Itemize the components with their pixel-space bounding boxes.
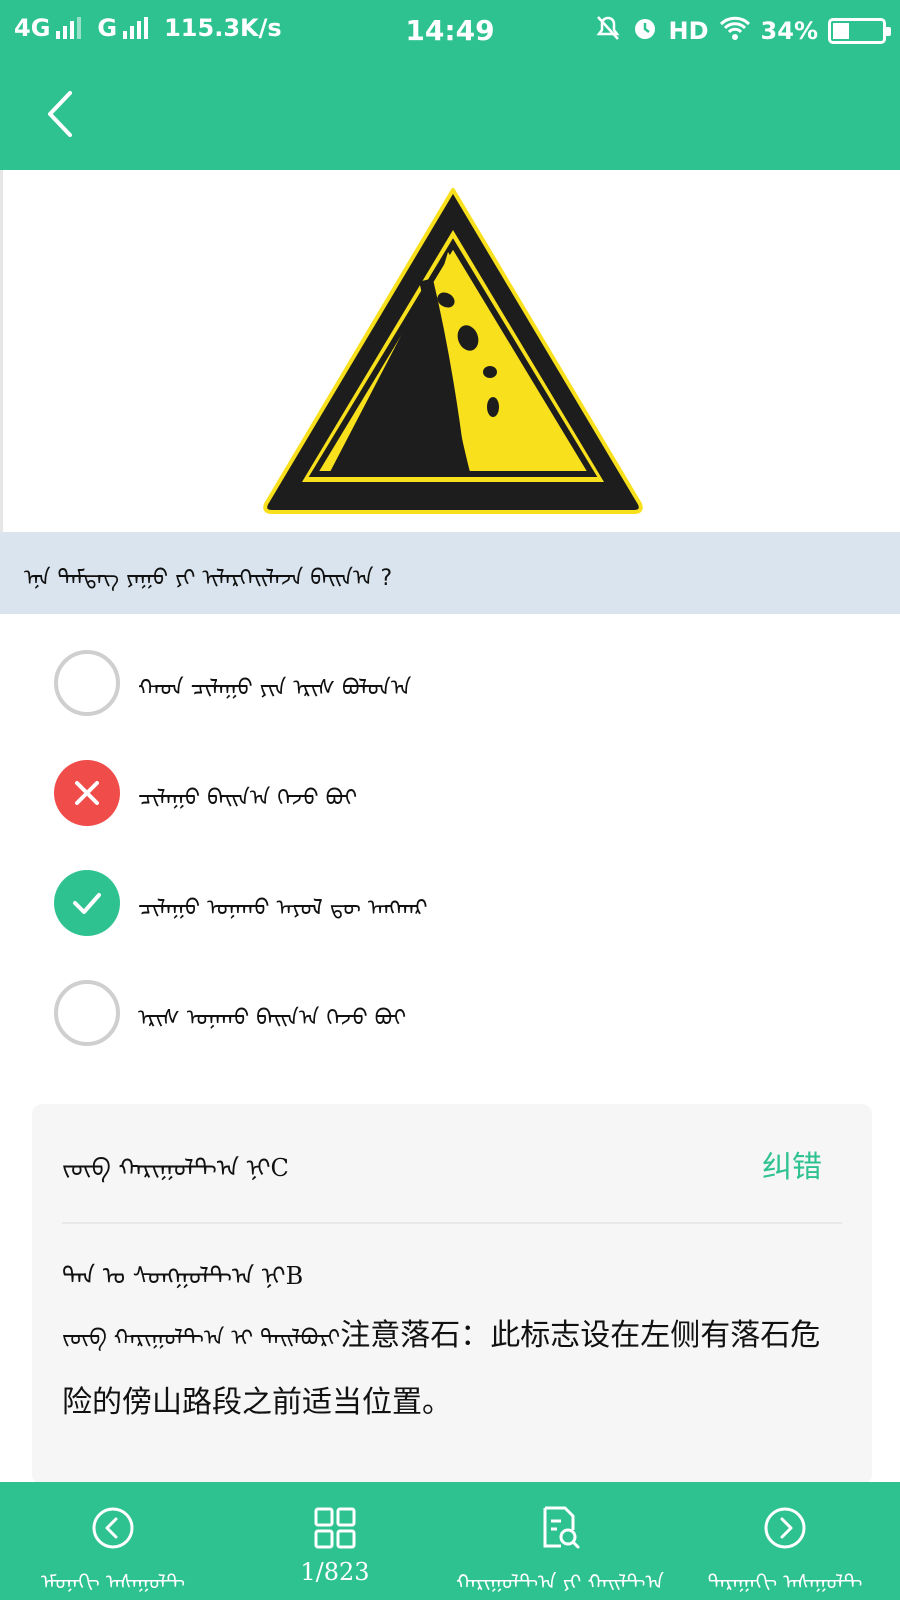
option-label: ᠬᠠᠳ ᠴᠢᠯᠠᠭᠤ ᠶᠢᠨ ᠡᠷᠢᠰ ᠪᠤᠯᠤᠨ᠎ᠠ xyxy=(138,676,412,701)
bottom-nav: ᠡᠮᠤᠨᠡᠬᠢ ᠠᠰᠠᠭᠤᠯᠲ 1/823 ᠬᠠᠷᠢᠭᠤᠯᠲ᠎ᠠ ᠶᠢ ᠬᠠᠢᠯ… xyxy=(0,1482,900,1600)
option-d[interactable]: ᠡᠷᠢᠰ ᠤᠨᠠᠬᠤ ᠪᠠᠢᠨ᠎ᠠ ᠭᠡᠵᠦ ᠪᠤᠢ xyxy=(54,980,854,1046)
status-bar: 4G G 115.3K/s 14:49 HD 34% xyxy=(0,0,900,62)
radio-empty-icon xyxy=(54,650,120,716)
next-question-button[interactable]: ᠳᠠᠷᠠᠭᠠᠬᠢ ᠠᠰᠠᠭᠤᠯᠲ xyxy=(708,1482,862,1600)
option-c[interactable]: ᠴᠢᠯᠠᠭᠤ ᠤᠨᠠᠬᠤ ᠠᠶᠤᠯ ᠳᠦ ᠠᠩᠬᠠᠷ xyxy=(54,870,854,936)
option-label: ᠴᠢᠯᠠᠭᠤ ᠤᠨᠠᠬᠤ ᠠᠶᠤᠯ ᠳᠦ ᠠᠩᠬᠠᠷ xyxy=(138,896,428,921)
your-answer-label: ᠲᠠᠨ ᠤ ᠰᠣᠩᠭᠣᠯᠲ᠎ᠠ ᠨᠢ xyxy=(62,1262,286,1290)
prev-circle-icon xyxy=(89,1504,137,1552)
radio-empty-icon xyxy=(54,980,120,1046)
option-label: ᠴᠢᠯᠠᠭᠤ ᠪᠠᠢᠨ᠎ᠠ ᠭᠡᠵᠦ ᠪᠤᠢ xyxy=(138,786,358,811)
view-answer-label: ᠬᠠᠷᠢᠭᠤᠯᠲ᠎ᠠ ᠶᠢ ᠬᠠᠢᠯᠲ᠎ᠠ xyxy=(456,1570,664,1594)
status-right: HD 34% xyxy=(595,14,891,48)
explanation-card: ᠵᠥᠪ ᠬᠠᠷᠢᠭᠤᠯᠲ᠎ᠠ ᠨᠢC 纠错 ᠲᠠᠨ ᠤ ᠰᠣᠩᠭᠣᠯᠲ᠎ᠠ ᠨᠢ… xyxy=(32,1104,872,1484)
wrong-icon xyxy=(54,760,120,826)
grid-icon xyxy=(311,1504,359,1552)
document-search-icon xyxy=(536,1504,584,1552)
hd-indicator: HD xyxy=(668,17,709,45)
check-icon xyxy=(54,870,120,936)
back-button[interactable] xyxy=(30,84,90,144)
option-b[interactable]: ᠴᠢᠯᠠᠭᠤ ᠪᠠᠢᠨ᠎ᠠ ᠭᠡᠵᠦ ᠪᠤᠢ xyxy=(54,760,854,826)
prev-question-button[interactable]: ᠡᠮᠤᠨᠡᠬᠢ ᠠᠰᠠᠭᠤᠯᠲ xyxy=(41,1482,185,1600)
nav-bar xyxy=(0,62,900,170)
battery-icon xyxy=(828,18,891,44)
your-answer: ᠲᠠᠨ ᠤ ᠰᠣᠩᠭᠣᠯᠲ᠎ᠠ ᠨᠢB xyxy=(62,1250,303,1292)
battery-percent: 34% xyxy=(760,17,818,45)
question-text: ᠡᠨᠡ ᠲᠡᠮᠳᠡᠭ ᠶᠠᠭᠤ ᠶᠢ ᠢᠯᠡᠷᠬᠡᠢᠯᠡᠵᠡ ᠪᠠᠢᠨ᠎ᠠ ? xyxy=(0,532,900,614)
divider xyxy=(62,1222,842,1224)
correct-answer-value: C xyxy=(270,1154,289,1182)
question-grid-button[interactable]: 1/823 xyxy=(280,1482,390,1600)
chevron-left-icon xyxy=(48,91,72,137)
question-counter: 1/823 xyxy=(300,1558,370,1586)
option-label: ᠡᠷᠢᠰ ᠤᠨᠠᠬᠤ ᠪᠠᠢᠨ᠎ᠠ ᠭᠡᠵᠦ ᠪᠤᠢ xyxy=(138,1006,407,1031)
mute-icon xyxy=(595,15,621,47)
explanation-text: ᠵᠥᠪ ᠬᠠᠷᠢᠭᠤᠯᠲ᠎ᠠ ᠢ ᠲᠠᠢᠯᠪᠤᠷᠢ注意落石：此标志设在左侧有落石… xyxy=(62,1304,842,1435)
question-image xyxy=(0,170,900,532)
next-label: ᠳᠠᠷᠠᠭᠠᠬᠢ ᠠᠰᠠᠭᠤᠯᠲ xyxy=(707,1570,863,1594)
falling-rocks-sign-icon xyxy=(263,188,643,514)
prev-label: ᠡᠮᠤᠨᠡᠬᠢ ᠠᠰᠠᠭᠤᠯᠲ xyxy=(41,1570,185,1594)
correct-answer: ᠵᠥᠪ ᠬᠠᠷᠢᠭᠤᠯᠲ᠎ᠠ ᠨᠢC xyxy=(62,1142,289,1184)
explanation-label: ᠵᠥᠪ ᠬᠠᠷᠢᠭᠤᠯᠲ᠎ᠠ ᠢ ᠲᠠᠢᠯᠪᠤᠷᠢ xyxy=(62,1326,341,1351)
correct-answer-label: ᠵᠥᠪ ᠬᠠᠷᠢᠭᠤᠯᠲ᠎ᠠ ᠨᠢ xyxy=(62,1154,271,1182)
wifi-icon xyxy=(719,15,751,47)
next-circle-icon xyxy=(761,1504,809,1552)
alarm-icon xyxy=(631,14,659,48)
your-answer-value: B xyxy=(285,1262,304,1290)
option-a[interactable]: ᠬᠠᠳ ᠴᠢᠯᠠᠭᠤ ᠶᠢᠨ ᠡᠷᠢᠰ ᠪᠤᠯᠤᠨ᠎ᠠ xyxy=(54,650,854,716)
view-answer-button[interactable]: ᠬᠠᠷᠢᠭᠤᠯᠲ᠎ᠠ ᠶᠢ ᠬᠠᠢᠯᠲ᠎ᠠ xyxy=(440,1482,680,1600)
report-error-link[interactable]: 纠错 xyxy=(762,1142,822,1186)
